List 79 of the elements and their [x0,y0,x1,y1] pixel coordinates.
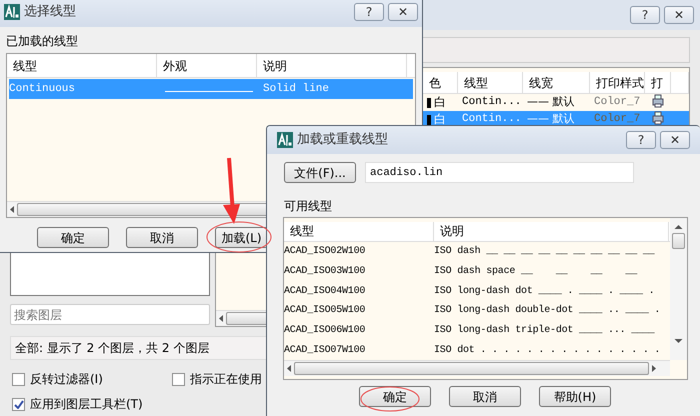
table-cell-text: Solid line [263,82,330,97]
check-icon [14,400,24,408]
table-cell-text: —— 默认 [526,111,576,128]
color-swatch [427,98,431,108]
linetype-row[interactable]: ACAD_ISO04W100 ISO long-dash dot ____ . ____ . ____ . [284,281,670,301]
section-label: 已加载的线型 [6,33,79,50]
scroll-left-icon [218,314,224,323]
annotation-circle [206,222,272,252]
table-cell-text: ISO long-dash double-dot ____ .. ____ . [434,304,660,318]
checkbox[interactable] [12,398,25,410]
annotation-circle [360,386,420,412]
table-cell-text: Color_7 [593,95,642,110]
column-header[interactable]: 外观 [157,54,257,77]
column-header[interactable]: 说明 [257,54,407,77]
column-header[interactable]: 线宽 [523,72,590,93]
table-cell-text: Contin... [461,112,522,128]
checkbox-label: 反转过滤器(I) [30,372,103,386]
scroll-thumb[interactable] [294,362,649,375]
color-swatch [427,114,431,124]
dialog-button[interactable]: 帮助(H) [539,386,611,407]
column-header[interactable]: 说明 [434,222,669,241]
scroll-up-icon [674,224,683,230]
file-field[interactable]: acadiso.lin [365,162,634,183]
checkbox-label: 应用到图层工具栏(T) [30,397,143,411]
checkbox[interactable] [12,372,25,386]
table-cell-text: ACAD_ISO04W100 [284,284,366,299]
scrollbar[interactable] [671,224,686,344]
window-title: 选择线型 [24,3,76,22]
table-cell-text: —— 默认 [526,94,576,110]
linetype-row[interactable]: ACAD_ISO03W100 ISO dash space __ __ __ __ [284,261,670,282]
column-header[interactable]: 打印样式 [590,72,645,93]
dialog-button[interactable]: 加载(L) [215,227,268,248]
app-icon [277,132,293,148]
linetype-row[interactable]: ACAD_ISO02W100 ISO dash __ __ __ __ __ __ __ __ __ __ [284,242,670,262]
table-cell-text: Continuous [9,82,76,97]
dialog-button[interactable]: 取消 [126,227,198,248]
scroll-left-icon [286,364,292,373]
annotation-arrow [223,158,240,224]
linetype-row[interactable]: ACAD_ISO07W100 ISO dot . . . . . . . . . . . . . . . . [284,340,670,360]
table-cell-text: ISO long-dash dot ____ . ____ . ____ . [434,284,654,299]
column-header[interactable]: 线型 [7,54,157,77]
table-cell-text: ISO dot . . . . . . . . . . . . . . . . [434,344,660,358]
search-field[interactable]: 搜索图层 [10,304,210,325]
scroll-thumb[interactable] [672,233,685,249]
dialog-button[interactable]: 确定 [359,386,431,407]
close-button[interactable]: ✕ [388,3,418,21]
checkbox[interactable] [172,372,185,386]
table-cell-text: 白 [434,94,446,112]
dialog-button[interactable]: 确定 [37,227,109,248]
table-cell-text: ACAD_ISO05W100 [284,304,366,318]
window-title: 加载或重载线型 [297,131,388,150]
table-cell-text: ACAD_ISO03W100 [284,264,366,279]
linetype-row[interactable]: ACAD_ISO05W100 ISO long-dash double-dot ____ .. ____ . [284,300,670,321]
help-button[interactable]: ? [626,131,656,149]
help-button[interactable]: ? [630,6,660,24]
help-button[interactable]: ? [354,3,384,21]
column-header[interactable]: 线型 [458,72,523,93]
close-button[interactable]: ✕ [660,131,690,149]
table-cell-text: ACAD_ISO06W100 [284,324,366,338]
table-cell-text: ISO long-dash triple-dot ____ ... ____ [434,324,654,338]
table-cell-text: Color_7 [593,112,642,128]
dialog-button[interactable]: 取消 [449,386,521,407]
table-cell-text: Contin... [461,95,522,110]
app-icon [4,4,20,20]
column-header[interactable]: 线型 [284,222,434,241]
table-cell-text: ISO dash space __ __ __ __ [434,264,638,279]
column-header[interactable]: 打 [645,72,671,93]
checkbox-label: 指示正在使用 [190,372,262,386]
table-cell-text: ACAD_ISO02W100 [284,245,366,260]
scroll-down-icon [674,338,683,344]
scroll-right-icon [651,364,657,373]
close-button[interactable]: ✕ [664,6,694,24]
scrollbar[interactable] [284,360,670,376]
scroll-left-icon [9,205,15,214]
section-label: 可用线型 [284,198,333,215]
table-cell-text: ISO dash __ __ __ __ __ __ __ __ __ __ [434,244,654,260]
table-cell-text: ACAD_ISO07W100 [284,344,366,358]
file-button[interactable]: 文件(F)... [284,162,356,183]
table-cell-text: 白 [434,112,446,128]
